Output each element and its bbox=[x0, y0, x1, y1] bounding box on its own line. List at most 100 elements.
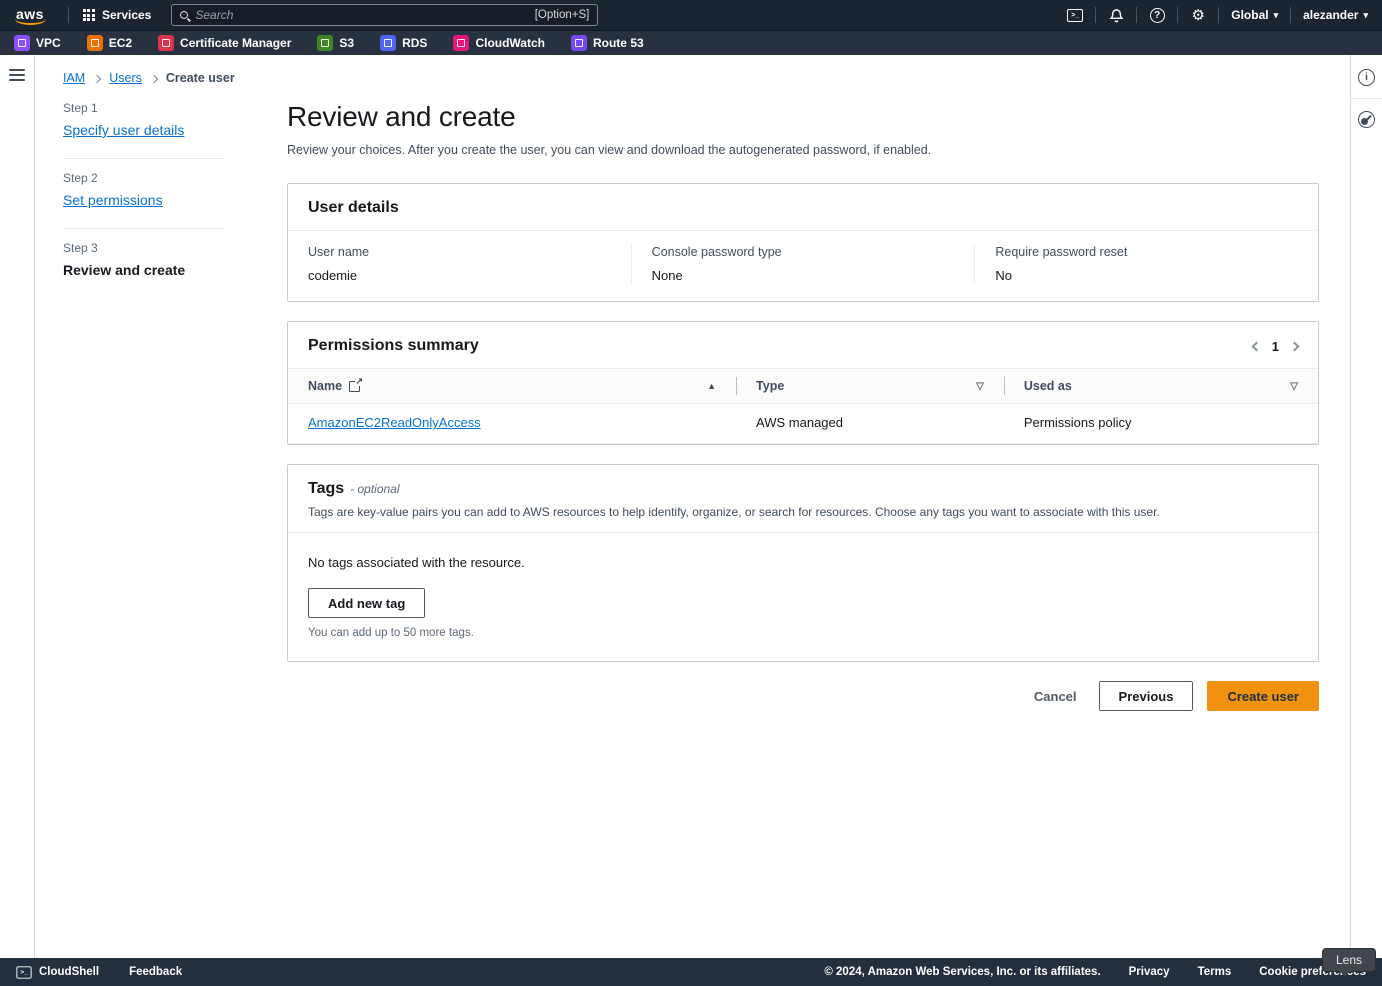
page-description: Review your choices. After you create th… bbox=[287, 143, 1319, 157]
step-2: Step 2 Set permissions bbox=[63, 159, 225, 229]
policy-used-as-cell: Permissions policy bbox=[1004, 404, 1318, 444]
search-shortcut-hint: [Option+S] bbox=[535, 9, 590, 21]
chevron-right-icon bbox=[150, 74, 158, 82]
wizard-actions: Cancel Previous Create user bbox=[287, 681, 1319, 711]
divider bbox=[1351, 98, 1382, 99]
step-3-number: Step 3 bbox=[63, 241, 225, 255]
filter-icon[interactable]: ▽ bbox=[1290, 381, 1298, 392]
footer-bar: >_ CloudShell Feedback © 2024, Amazon We… bbox=[0, 958, 1382, 986]
cloudshell-icon[interactable]: >_ bbox=[1065, 5, 1085, 25]
pagination-current-page[interactable]: 1 bbox=[1272, 339, 1279, 354]
step-3: Step 3 Review and create bbox=[63, 229, 225, 298]
previous-button[interactable]: Previous bbox=[1099, 681, 1194, 711]
aws-logo[interactable]: aws bbox=[12, 6, 48, 25]
step-1: Step 1 Specify user details bbox=[63, 99, 225, 159]
breadcrumb-current: Create user bbox=[166, 71, 235, 85]
tags-description: Tags are key-value pairs you can add to … bbox=[308, 505, 1298, 519]
vpc-service-icon bbox=[14, 35, 30, 51]
main-area: IAM Users Create user Step 1 Specify use… bbox=[0, 55, 1382, 958]
side-menu-rail bbox=[0, 55, 35, 958]
services-label: Services bbox=[102, 8, 151, 22]
table-row: AmazonEC2ReadOnlyAccess AWS managed Perm… bbox=[288, 404, 1318, 444]
topbar-right-group: >_ ? ⚙ Global ▾ alezander ▾ bbox=[1065, 5, 1370, 25]
user-name-value: codemie bbox=[308, 268, 611, 283]
services-grid-icon bbox=[83, 9, 95, 21]
policy-type-cell: AWS managed bbox=[736, 404, 1004, 444]
copyright-text: © 2024, Amazon Web Services, Inc. or its… bbox=[824, 966, 1100, 978]
console-password-type-field: Console password type None bbox=[632, 245, 976, 283]
favorite-route53[interactable]: Route 53 bbox=[571, 35, 644, 51]
favorite-s3[interactable]: S3 bbox=[317, 35, 354, 51]
require-password-reset-value: No bbox=[995, 268, 1298, 283]
account-menu[interactable]: alezander ▾ bbox=[1301, 8, 1370, 22]
lens-overlay-badge[interactable]: Lens bbox=[1322, 948, 1376, 972]
tags-optional-label: - optional bbox=[350, 482, 399, 496]
user-details-title: User details bbox=[308, 199, 399, 217]
permissions-summary-panel: Permissions summary 1 bbox=[287, 321, 1319, 445]
external-link-icon bbox=[349, 381, 360, 392]
chevron-right-icon bbox=[93, 74, 101, 82]
cancel-button[interactable]: Cancel bbox=[1026, 689, 1085, 704]
aws-console-window: aws Services [Option+S] >_ ? ⚙ Global ▾ bbox=[0, 0, 1382, 986]
favorite-cloudwatch[interactable]: CloudWatch bbox=[453, 35, 545, 51]
terms-link[interactable]: Terms bbox=[1198, 966, 1232, 978]
favorites-bar: VPC EC2 Certificate Manager S3 RDS Cloud… bbox=[0, 30, 1382, 55]
step-2-link[interactable]: Set permissions bbox=[63, 192, 163, 208]
s3-service-icon bbox=[317, 35, 333, 51]
account-name: alezander bbox=[1303, 8, 1358, 22]
add-new-tag-button[interactable]: Add new tag bbox=[308, 588, 425, 618]
divider bbox=[68, 7, 69, 23]
pagination-previous-icon[interactable] bbox=[1251, 341, 1261, 351]
column-header-name[interactable]: Name ▲ bbox=[288, 369, 736, 404]
favorite-ec2[interactable]: EC2 bbox=[87, 35, 132, 51]
breadcrumb-iam[interactable]: IAM bbox=[63, 71, 85, 85]
page-title: Review and create bbox=[287, 101, 1319, 133]
chevron-down-icon: ▾ bbox=[1274, 10, 1279, 21]
cloudwatch-service-icon bbox=[453, 35, 469, 51]
hamburger-menu-icon[interactable] bbox=[9, 69, 25, 81]
permissions-summary-title: Permissions summary bbox=[308, 337, 479, 355]
notifications-bell-icon[interactable] bbox=[1106, 5, 1126, 25]
page-content: Review and create Review your choices. A… bbox=[287, 99, 1319, 711]
column-header-used-as[interactable]: Used as ▽ bbox=[1004, 369, 1318, 404]
global-search[interactable]: [Option+S] bbox=[171, 4, 598, 26]
ec2-service-icon bbox=[87, 35, 103, 51]
region-label: Global bbox=[1231, 8, 1268, 22]
column-header-type[interactable]: Type ▽ bbox=[736, 369, 1004, 404]
sort-ascending-icon[interactable]: ▲ bbox=[707, 381, 716, 391]
cloudshell-footer-button[interactable]: >_ CloudShell bbox=[16, 966, 99, 979]
wizard-steps-nav: Step 1 Specify user details Step 2 Set p… bbox=[63, 99, 225, 711]
feedback-button[interactable]: Feedback bbox=[129, 966, 182, 978]
create-user-button[interactable]: Create user bbox=[1207, 681, 1319, 711]
user-name-field: User name codemie bbox=[288, 245, 632, 283]
route53-service-icon bbox=[571, 35, 587, 51]
step-1-link[interactable]: Specify user details bbox=[63, 122, 184, 138]
tags-panel: Tags - optional Tags are key-value pairs … bbox=[287, 464, 1319, 662]
cloudshell-icon: >_ bbox=[16, 966, 31, 978]
info-icon[interactable]: i bbox=[1358, 69, 1375, 86]
region-selector[interactable]: Global ▾ bbox=[1229, 8, 1280, 22]
search-input[interactable] bbox=[195, 8, 527, 22]
settings-gear-icon[interactable]: ⚙ bbox=[1188, 5, 1208, 25]
pagination: 1 bbox=[1253, 339, 1298, 354]
favorite-vpc[interactable]: VPC bbox=[14, 35, 61, 51]
services-menu-button[interactable]: Services bbox=[79, 8, 155, 22]
favorite-rds[interactable]: RDS bbox=[380, 35, 427, 51]
policy-link[interactable]: AmazonEC2ReadOnlyAccess bbox=[308, 415, 481, 430]
privacy-link[interactable]: Privacy bbox=[1129, 966, 1170, 978]
search-icon bbox=[180, 11, 188, 19]
favorite-certificate-manager[interactable]: Certificate Manager bbox=[158, 35, 291, 51]
rds-service-icon bbox=[380, 35, 396, 51]
tags-limit-hint: You can add up to 50 more tags. bbox=[308, 627, 1298, 639]
user-details-panel: User details User name codemie Console p… bbox=[287, 183, 1319, 302]
top-nav-bar: aws Services [Option+S] >_ ? ⚙ Global ▾ bbox=[0, 0, 1382, 30]
step-1-number: Step 1 bbox=[63, 101, 225, 115]
help-icon[interactable]: ? bbox=[1147, 5, 1167, 25]
require-password-reset-label: Require password reset bbox=[995, 245, 1298, 259]
require-password-reset-field: Require password reset No bbox=[975, 245, 1318, 283]
tools-panel-icon[interactable] bbox=[1358, 111, 1375, 128]
pagination-next-icon[interactable] bbox=[1290, 341, 1300, 351]
breadcrumb-users[interactable]: Users bbox=[109, 71, 142, 85]
filter-icon[interactable]: ▽ bbox=[976, 381, 984, 392]
tags-title: Tags bbox=[308, 480, 344, 497]
